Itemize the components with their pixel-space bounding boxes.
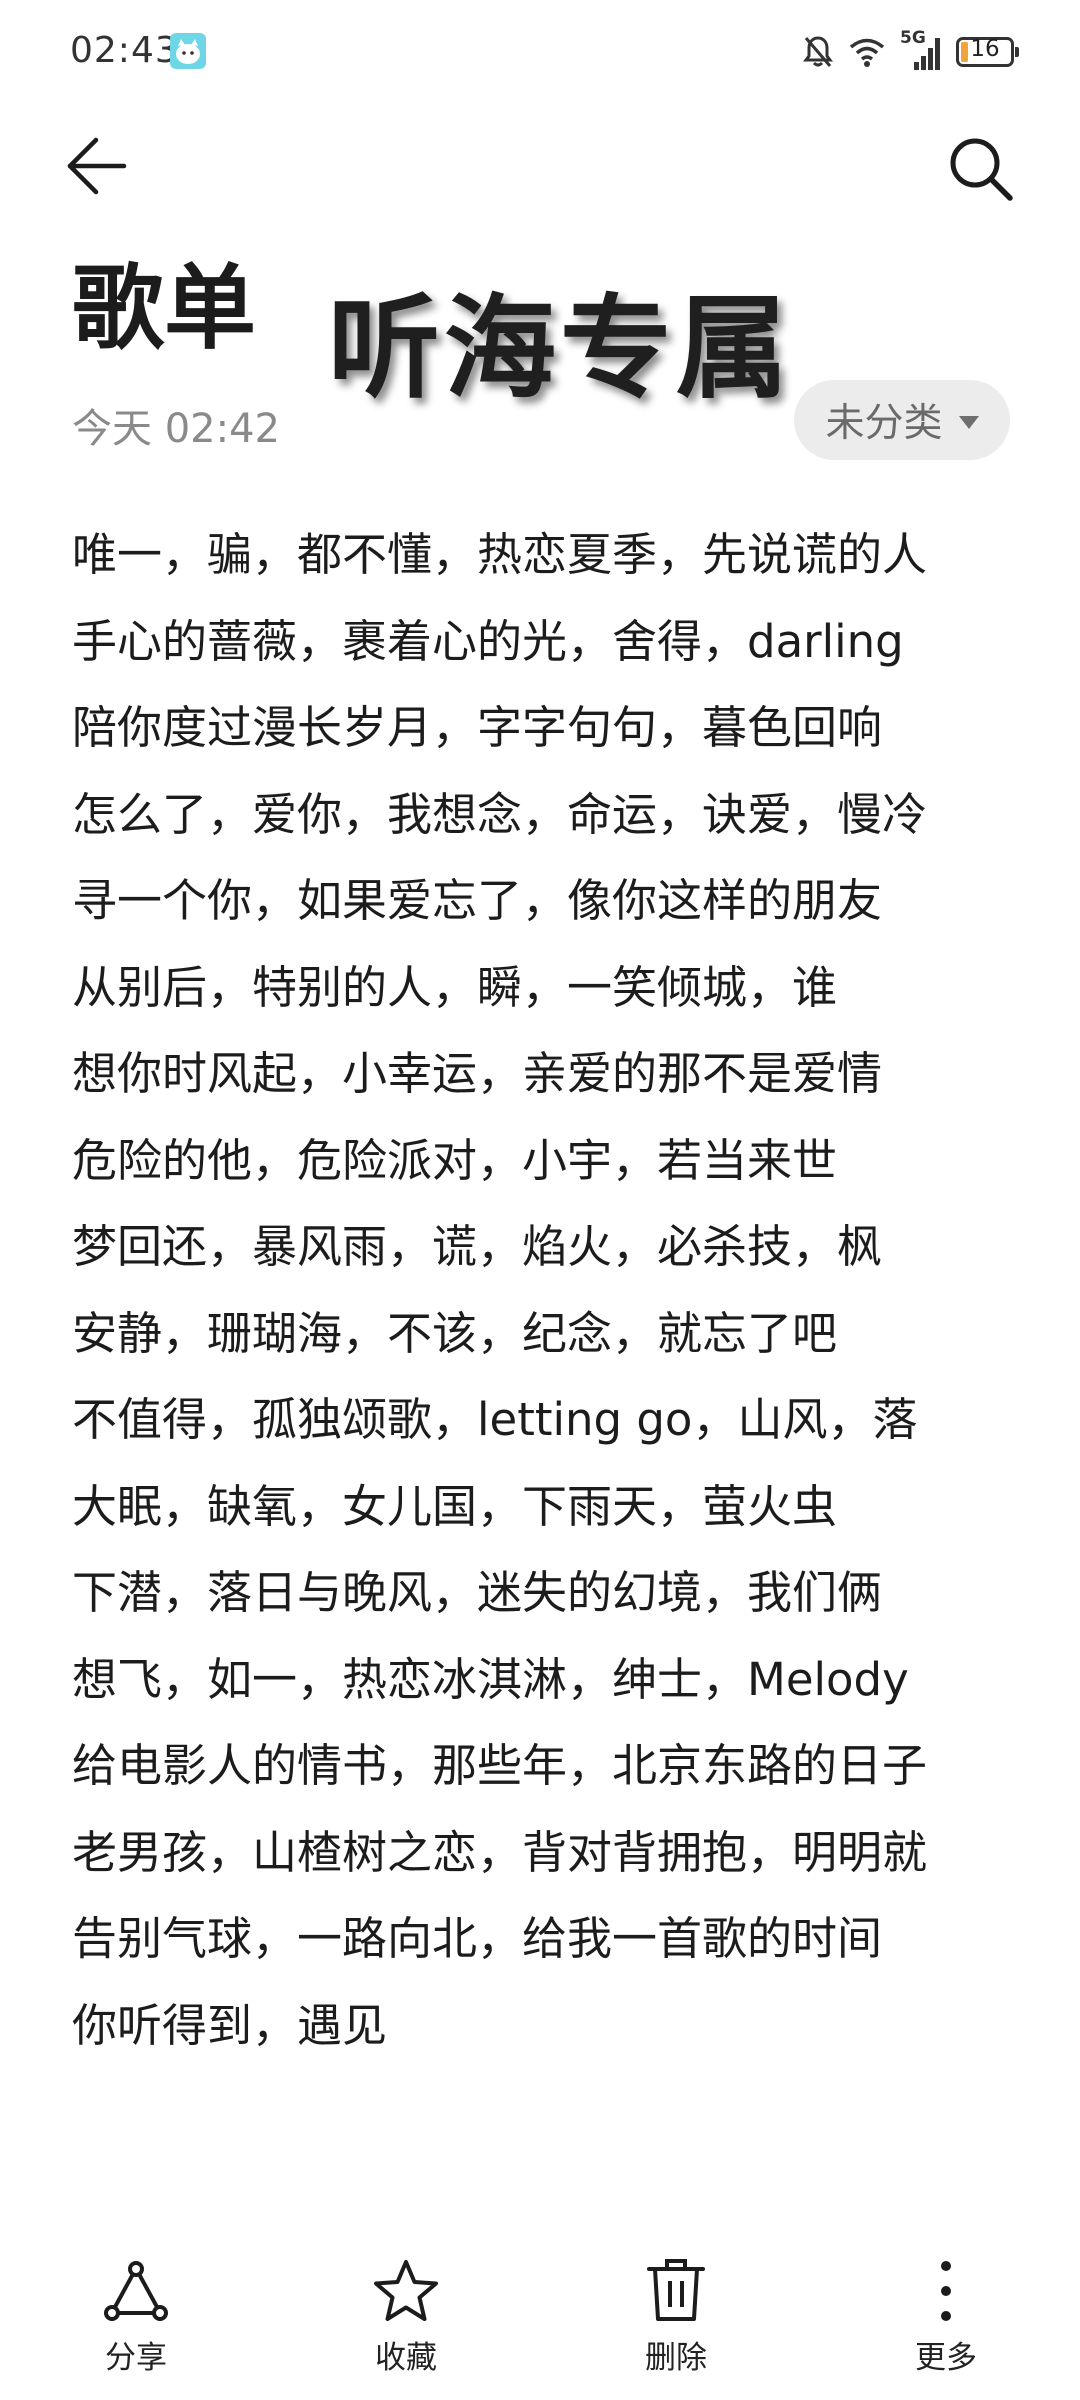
status-icons: 5G 16 — [802, 28, 1019, 76]
back-button[interactable] — [64, 128, 154, 208]
wifi-icon — [848, 36, 886, 68]
more-vertical-icon — [911, 2256, 981, 2326]
battery-icon: 16 — [956, 36, 1019, 67]
mute-bell-icon — [802, 34, 834, 70]
note-line: 想飞，如一，热恋冰淇淋，绅士，Melody — [72, 1652, 909, 1706]
note-line: 你听得到，遇见 — [72, 1998, 388, 2052]
note-body[interactable]: 唯一，骗，都不懂，热恋夏季，先说谎的人 手心的蔷薇，裹着心的光，舍得，darli… — [72, 512, 1022, 2069]
note-line: 怎么了，爱你，我想念，命运，诀爱，慢冷 — [72, 787, 928, 841]
note-line: 安静，珊瑚海，不该，纪念，就忘了吧 — [72, 1306, 838, 1360]
note-title[interactable]: 歌单 — [72, 258, 256, 359]
note-line: 危险的他，危险派对，小宇，若当来世 — [72, 1133, 838, 1187]
share-label: 分享 — [105, 2340, 167, 2376]
overlay-title-text: 听海专属 — [328, 284, 792, 414]
more-label: 更多 — [915, 2340, 977, 2376]
note-line: 梦回还，暴风雨，谎，焰火，必杀技，枫 — [72, 1220, 883, 1273]
note-line: 给电影人的情书，那些年，北京东路的日子 — [72, 1739, 928, 1792]
note-line: 手心的蔷薇，裹着心的光，舍得，darling — [72, 614, 904, 668]
favorite-button[interactable]: 收藏 — [326, 2256, 486, 2386]
search-button[interactable] — [926, 126, 1016, 216]
note-line: 下潜，落日与晚风，迷失的幻境，我们俩 — [72, 1566, 883, 1619]
note-line: 唯一，骗，都不懂，热恋夏季，先说谎的人 — [72, 528, 928, 581]
note-timestamp: 今天 02:42 — [72, 406, 280, 452]
category-dropdown[interactable]: 未分类 — [794, 380, 1010, 460]
battery-level: 16 — [970, 36, 1000, 62]
delete-label: 删除 — [645, 2340, 707, 2376]
share-icon — [101, 2256, 171, 2326]
note-line: 从别后，特别的人，瞬，一笑倾城，谁 — [72, 960, 838, 1014]
star-icon — [371, 2256, 441, 2326]
trash-icon — [641, 2256, 711, 2326]
note-line: 寻一个你，如果爱忘了，像你这样的朋友 — [72, 874, 883, 927]
status-bar: 02:43 5G 16 — [0, 0, 1080, 104]
note-line: 大眠，缺氧，女儿国，下雨天，萤火虫 — [72, 1479, 838, 1533]
note-line: 想你时风起，小幸运，亲爱的那不是爱情 — [72, 1047, 883, 1100]
bottom-toolbar: 分享 收藏 删除 更多 — [0, 2240, 1080, 2400]
note-line: 陪你度过漫长岁月，字字句句，暮色回响 — [72, 701, 883, 754]
search-icon — [946, 134, 1016, 208]
delete-button[interactable]: 删除 — [596, 2256, 756, 2386]
note-line: 老男孩，山楂树之恋，背对背拥抱，明明就 — [72, 1825, 928, 1879]
category-label: 未分类 — [825, 401, 943, 446]
arrow-left-icon — [64, 134, 128, 202]
note-line: 不值得，孤独颂歌，letting go，山风，落 — [72, 1393, 918, 1446]
share-button[interactable]: 分享 — [56, 2256, 216, 2386]
cellular-signal-icon: 5G — [900, 28, 942, 72]
favorite-label: 收藏 — [375, 2340, 437, 2376]
note-line: 告别气球，一路向北，给我一首歌的时间 — [72, 1912, 883, 1965]
caret-down-icon — [958, 415, 979, 429]
status-time: 02:43 — [70, 30, 179, 71]
more-button[interactable]: 更多 — [866, 2256, 1026, 2386]
app-notification-icon — [170, 33, 206, 69]
